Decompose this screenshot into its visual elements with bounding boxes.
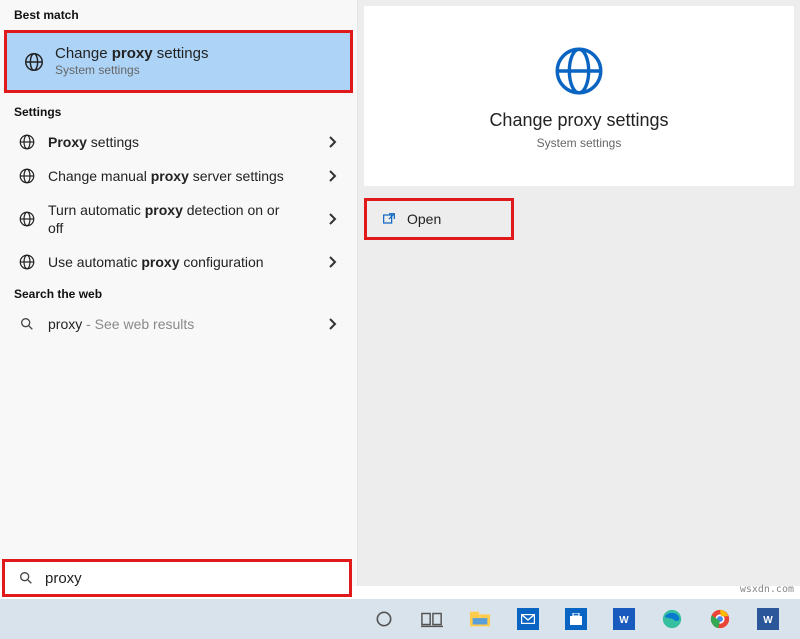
preview-card: Change proxy settings System settings [364,6,794,186]
globe-icon [14,133,40,151]
t: settings [87,134,139,150]
mail-icon[interactable] [514,605,542,633]
t: - See web results [82,316,194,332]
best-match-title-bold: proxy [112,45,153,62]
settings-item-proxy-settings[interactable]: Proxy settings [0,125,357,159]
edge-icon[interactable] [658,605,686,633]
web-result-label: proxy - See web results [40,315,323,333]
file-explorer-icon[interactable] [466,605,494,633]
settings-item-label: Turn automatic proxy detection on or off [40,201,323,237]
taskbar: W W [0,599,800,639]
open-button-highlight: Open [364,198,514,240]
chevron-right-icon [323,212,343,226]
search-web-header: Search the web [0,279,357,307]
settings-item-label: Change manual proxy server settings [40,167,323,185]
search-input[interactable] [35,570,337,587]
svg-text:W: W [763,615,773,626]
chevron-right-icon [323,169,343,183]
settings-item-label: Use automatic proxy configuration [40,253,323,271]
cortana-icon[interactable] [370,605,398,633]
svg-text:W: W [619,615,629,626]
globe-icon [14,167,40,185]
chevron-right-icon [323,317,343,331]
t: server settings [189,168,284,184]
globe-icon [14,210,40,228]
task-view-icon[interactable] [418,605,446,633]
t: configuration [180,254,264,270]
best-match-title-pre: Change [55,45,112,62]
preview-title: Change proxy settings [489,110,668,131]
best-match-sub: System settings [55,63,336,78]
settings-item-change-manual-proxy[interactable]: Change manual proxy server settings [0,159,357,193]
globe-icon-large [550,42,608,100]
chrome-icon[interactable] [706,605,734,633]
t: proxy [145,202,183,218]
store-icon[interactable] [562,605,590,633]
best-match-result[interactable]: Change proxy settings System settings [7,33,350,90]
word-icon[interactable]: W [610,605,638,633]
open-button[interactable]: Open [367,201,511,237]
best-match-header: Best match [0,0,357,28]
t: Proxy [48,134,87,150]
t: proxy [48,316,82,332]
globe-icon [21,51,47,73]
search-results-pane: Best match Change proxy settings System … [0,0,358,586]
search-icon [17,570,35,586]
open-label: Open [407,211,441,227]
word-doc-icon[interactable]: W [754,605,782,633]
t: Change manual [48,168,151,184]
t: Turn automatic [48,202,145,218]
globe-icon [14,253,40,271]
search-bar[interactable] [2,559,352,597]
preview-sub: System settings [537,136,622,150]
chevron-right-icon [323,135,343,149]
preview-pane: Change proxy settings System settings Op… [358,0,800,586]
settings-item-label: Proxy settings [40,133,323,151]
open-icon [381,211,397,227]
best-match-title-post: settings [153,45,209,62]
settings-item-turn-automatic-proxy[interactable]: Turn automatic proxy detection on or off [0,193,357,245]
settings-header: Settings [0,97,357,125]
watermark: wsxdn.com [740,584,794,595]
t: Use automatic [48,254,141,270]
t: proxy [151,168,189,184]
search-icon [14,316,40,332]
web-result-proxy[interactable]: proxy - See web results [0,307,357,341]
settings-item-use-automatic-proxy[interactable]: Use automatic proxy configuration [0,245,357,279]
t: proxy [141,254,179,270]
best-match-highlight: Change proxy settings System settings [4,30,353,93]
best-match-text: Change proxy settings System settings [47,45,336,78]
chevron-right-icon [323,255,343,269]
